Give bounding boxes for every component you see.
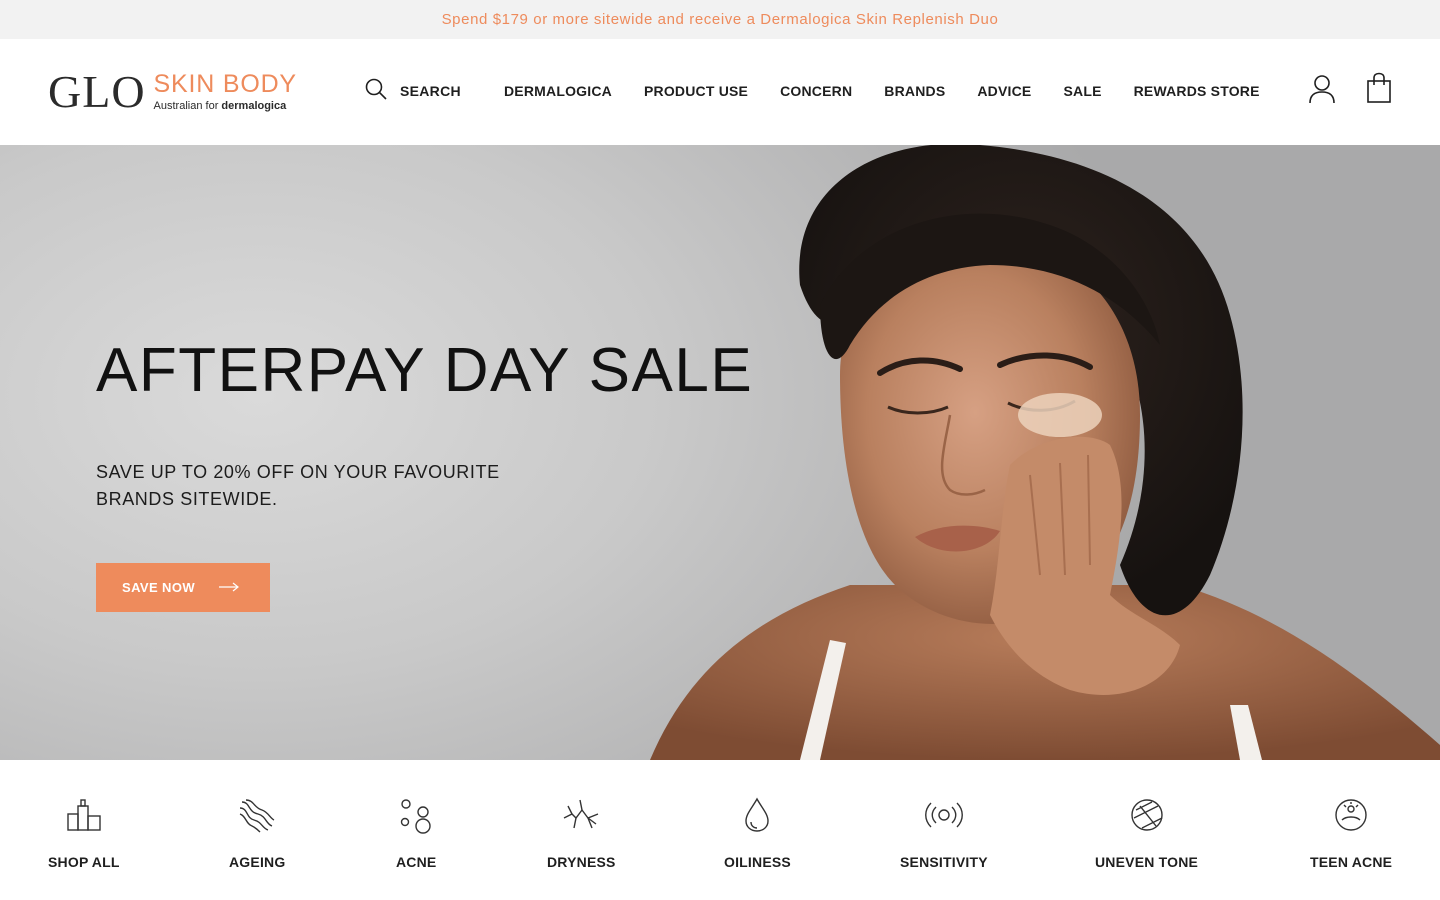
main-nav: DERMALOGICA PRODUCT USE CONCERN BRANDS A… xyxy=(488,77,1276,105)
arrow-right-icon xyxy=(195,579,239,597)
concern-shop-all[interactable]: SHOP ALL xyxy=(48,796,120,870)
concern-label: DRYNESS xyxy=(547,854,616,870)
nav-item-dermalogica[interactable]: DERMALOGICA xyxy=(488,83,628,99)
logo-glo: GLO xyxy=(48,66,146,117)
concern-uneven-tone[interactable]: UNEVEN TONE xyxy=(1095,796,1198,870)
concern-teen-acne[interactable]: TEEN ACNE xyxy=(1310,796,1392,870)
concern-label: SHOP ALL xyxy=(48,854,120,870)
concern-ageing[interactable]: AGEING xyxy=(229,796,285,870)
nav-item-concern[interactable]: CONCERN xyxy=(764,83,868,99)
concern-sensitivity[interactable]: SENSITIVITY xyxy=(900,796,988,870)
nav-item-advice[interactable]: ADVICE xyxy=(961,83,1047,99)
concern-label: AGEING xyxy=(229,854,286,870)
search-button[interactable]: SEARCH xyxy=(364,77,461,105)
logo-tagline: Australian for dermalogica xyxy=(154,100,297,112)
nav-item-rewards-store[interactable]: REWARDS STORE xyxy=(1118,83,1276,99)
cracked-skin-icon xyxy=(562,796,600,839)
products-icon xyxy=(65,796,103,839)
concern-acne[interactable]: ACNE xyxy=(396,796,436,870)
promo-bar: Spend $179 or more sitewide and receive … xyxy=(0,0,1440,39)
user-icon[interactable] xyxy=(1308,74,1336,104)
logo-tagline-brand: dermalogica xyxy=(221,100,287,112)
concern-label: UNEVEN TONE xyxy=(1095,854,1199,870)
promo-text[interactable]: Spend $179 or more sitewide and receive … xyxy=(442,11,999,28)
hero-banner: AFTERPAY DAY SALE SAVE UP TO 20% OFF ON … xyxy=(0,145,1440,760)
circles-icon xyxy=(397,796,435,839)
concern-label: OILINESS xyxy=(724,854,791,870)
logo-tagline-prefix: Australian for xyxy=(153,100,219,112)
logo-wordmark: SKIN BODY Australian for dermalogica xyxy=(153,70,297,113)
search-icon xyxy=(364,77,388,106)
site-logo[interactable]: GLO SKIN BODY Australian for dermalogica xyxy=(48,66,297,117)
hero-subtitle: SAVE UP TO 20% OFF ON YOUR FAVOURITE BRA… xyxy=(96,462,500,509)
wavy-lines-icon xyxy=(238,796,276,839)
save-now-label: SAVE NOW xyxy=(122,580,196,595)
concern-label: SENSITIVITY xyxy=(900,854,988,870)
search-label: SEARCH xyxy=(400,83,461,99)
radiating-circle-icon xyxy=(924,796,963,839)
concern-dryness[interactable]: DRYNESS xyxy=(547,796,616,870)
hero-model-image xyxy=(650,145,1440,760)
concern-shortcuts: SHOP ALL AGEING ACNE DRYNESS OILINESS SE… xyxy=(0,760,1440,900)
nav-item-sale[interactable]: SALE xyxy=(1047,83,1117,99)
face-icon xyxy=(1332,796,1370,839)
concern-label: TEEN ACNE xyxy=(1310,854,1393,870)
nav-item-brands[interactable]: BRANDS xyxy=(868,83,961,99)
logo-skin-body: SKIN BODY xyxy=(153,70,297,98)
save-now-button[interactable]: SAVE NOW xyxy=(96,563,270,612)
striped-circle-icon xyxy=(1128,796,1166,839)
hero-title: AFTERPAY DAY SALE xyxy=(96,336,754,405)
concern-oiliness[interactable]: OILINESS xyxy=(724,796,791,870)
shopping-bag-icon[interactable] xyxy=(1365,72,1393,104)
concern-label: ACNE xyxy=(396,854,437,870)
site-header: GLO SKIN BODY Australian for dermalogica… xyxy=(0,39,1440,145)
droplet-icon xyxy=(738,796,776,839)
nav-item-product-use[interactable]: PRODUCT USE xyxy=(628,83,764,99)
